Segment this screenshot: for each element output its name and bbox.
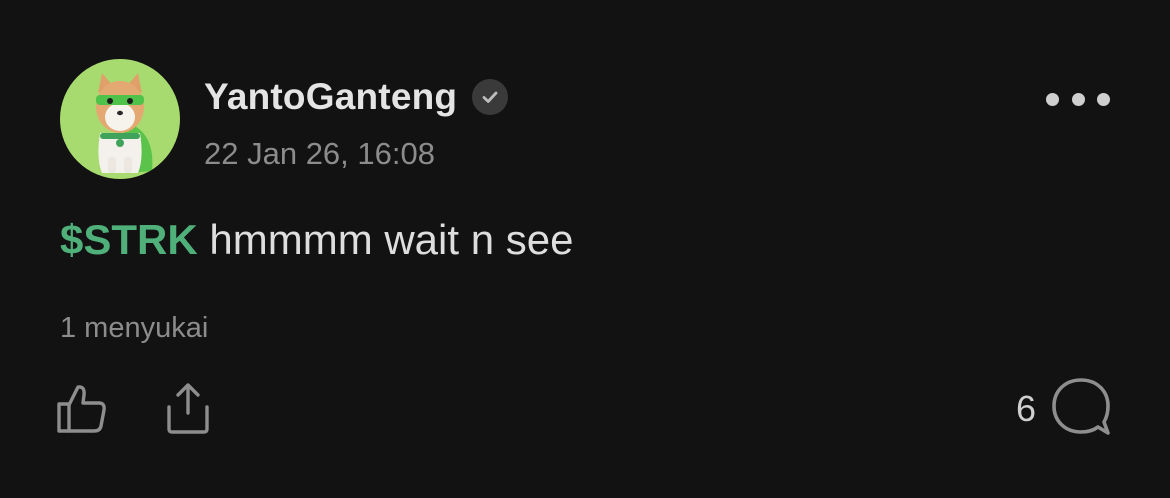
comment-bubble-icon (1052, 378, 1110, 435)
post-card: YantoGanteng 22 Jan 26, 16:08 $STRK hmmm… (0, 0, 1170, 498)
author-username[interactable]: YantoGanteng (204, 76, 457, 118)
more-horizontal-icon (1046, 92, 1059, 106)
like-button[interactable] (52, 378, 112, 438)
author-row: YantoGanteng (204, 72, 509, 122)
post-timestamp: 22 Jan 26, 16:08 (204, 136, 435, 171)
post-content: $STRK hmmmm wait n see (60, 216, 573, 264)
ticker-link[interactable]: $STRK (60, 216, 198, 263)
share-icon (167, 383, 209, 434)
comment-count: 6 (1015, 388, 1036, 429)
comment-button[interactable] (1046, 374, 1116, 440)
thumbs-up-icon (57, 385, 106, 433)
avatar[interactable] (60, 59, 180, 179)
more-horizontal-icon (1097, 92, 1110, 106)
post-text: hmmmm wait n see (197, 216, 574, 263)
more-options-button[interactable] (1040, 84, 1116, 114)
check-badge-icon (472, 79, 509, 115)
share-button[interactable] (158, 378, 218, 438)
likes-count[interactable]: 1 menyukai (60, 312, 208, 345)
more-horizontal-icon (1071, 92, 1085, 106)
shiba-dog-avatar-icon (96, 73, 153, 173)
